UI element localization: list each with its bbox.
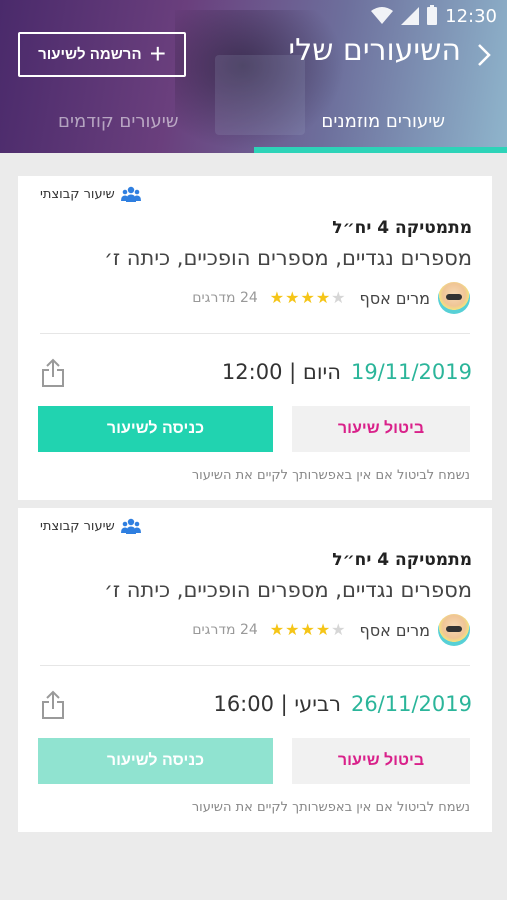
lesson-subject: מתמטיקה 4 יח״ל — [332, 550, 472, 570]
lesson-date: 19/11/2019 — [350, 360, 472, 384]
page-title: השיעורים שלי — [288, 33, 461, 68]
status-bar: 12:30 — [371, 4, 497, 28]
cancel-note: נשמח לביטול אם אין באפשרותך לקיים את השי… — [191, 800, 470, 815]
wifi-icon — [371, 7, 394, 24]
lesson-type-badge: שיעור קבוצתי — [40, 516, 141, 536]
cancel-lesson-button[interactable]: ביטול שיעור — [292, 406, 470, 452]
star-icon: ★ — [269, 288, 285, 307]
status-time: 12:30 — [445, 5, 497, 27]
tutor-row: מרים אסף ★ ★ ★ ★ ★ 24 מדרגים — [192, 282, 470, 314]
review-count: 24 מדרגים — [192, 290, 258, 306]
divider — [40, 665, 470, 666]
cancel-lesson-button[interactable]: ביטול שיעור — [292, 738, 470, 784]
tab-past-lessons[interactable]: שיעורים קודמים — [58, 111, 179, 132]
lesson-date: 26/11/2019 — [350, 692, 472, 716]
group-people-icon — [120, 518, 141, 534]
divider — [40, 333, 470, 334]
star-icon: ★ — [285, 620, 300, 639]
battery-icon — [427, 5, 438, 25]
rating-stars: ★ ★ ★ ★ ★ — [270, 290, 346, 306]
star-icon: ★ — [300, 288, 315, 307]
active-tab-indicator — [254, 147, 507, 153]
star-icon: ★ — [315, 288, 331, 307]
enter-lesson-button[interactable]: כניסה לשיעור — [38, 738, 273, 784]
register-lesson-button[interactable]: + הרשמה לשיעור — [18, 32, 186, 77]
tutor-avatar — [438, 614, 470, 646]
enter-lesson-button[interactable]: כניסה לשיעור — [38, 406, 273, 452]
share-icon[interactable] — [40, 690, 66, 720]
app-header: 12:30 השיעורים שלי + הרשמה לשיעור שיעורי… — [0, 0, 507, 153]
signal-icon — [401, 7, 420, 25]
lesson-datetime: 19/11/2019 היום | 12:00 — [222, 360, 472, 384]
star-empty-icon: ★ — [331, 288, 346, 307]
star-icon: ★ — [269, 620, 285, 639]
tutor-name: מרים אסף — [359, 620, 431, 640]
star-icon: ★ — [300, 620, 315, 639]
lesson-day-time: רביעי | 16:00 — [213, 692, 341, 716]
star-empty-icon: ★ — [331, 620, 346, 639]
lesson-datetime: 26/11/2019 רביעי | 16:00 — [213, 692, 472, 716]
tutor-name: מרים אסף — [359, 288, 431, 308]
lesson-type-badge: שיעור קבוצתי — [40, 184, 141, 204]
lesson-type-label: שיעור קבוצתי — [40, 518, 115, 534]
tab-upcoming-lessons[interactable]: שיעורים מוזמנים — [321, 111, 445, 132]
lesson-card: שיעור קבוצתי מתמטיקה 4 יח״ל מספרים נגדיי… — [18, 176, 492, 500]
cancel-note: נשמח לביטול אם אין באפשרותך לקיים את השי… — [191, 468, 470, 483]
back-chevron-icon[interactable] — [473, 42, 495, 68]
star-icon: ★ — [285, 288, 300, 307]
plus-icon: + — [149, 37, 166, 69]
review-count: 24 מדרגים — [192, 622, 258, 638]
group-people-icon — [120, 186, 141, 202]
register-lesson-label: הרשמה לשיעור — [38, 46, 142, 63]
tutor-avatar — [438, 282, 470, 314]
tutor-row: מרים אסף ★ ★ ★ ★ ★ 24 מדרגים — [192, 614, 470, 646]
lesson-title: מספרים נגדיים, מספרים הופכיים, כיתה ז׳ — [104, 246, 472, 270]
share-icon[interactable] — [40, 358, 66, 388]
lesson-day-time: היום | 12:00 — [221, 360, 341, 384]
lesson-card: שיעור קבוצתי מתמטיקה 4 יח״ל מספרים נגדיי… — [18, 508, 492, 832]
lesson-title: מספרים נגדיים, מספרים הופכיים, כיתה ז׳ — [104, 578, 472, 602]
lesson-type-label: שיעור קבוצתי — [40, 186, 115, 202]
lesson-subject: מתמטיקה 4 יח״ל — [332, 218, 472, 238]
rating-stars: ★ ★ ★ ★ ★ — [270, 622, 346, 638]
star-icon: ★ — [315, 620, 331, 639]
